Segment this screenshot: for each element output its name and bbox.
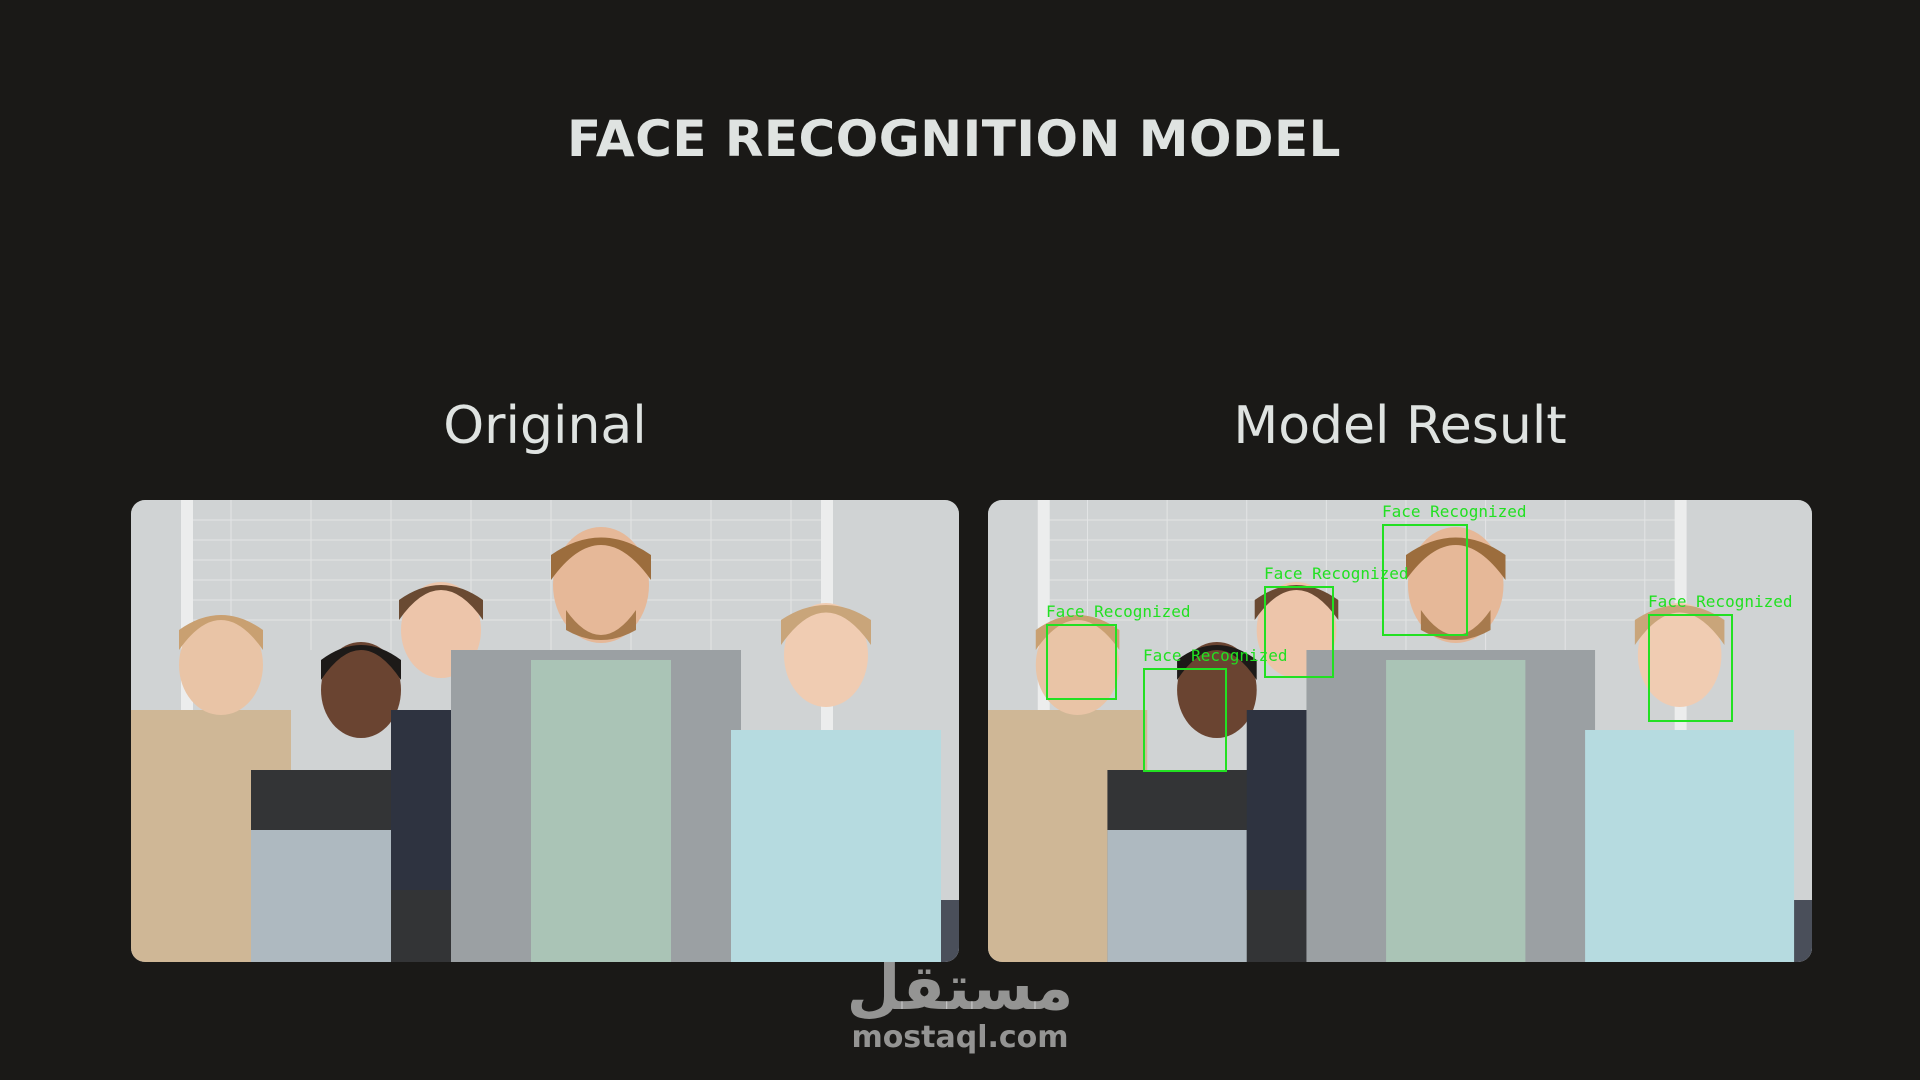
mostaql-logo: مستقل — [846, 951, 1074, 1024]
mostaql-url: mostaql.com — [851, 1020, 1069, 1055]
detection-label-4: Face Recognized — [1382, 502, 1527, 521]
original-photo — [131, 500, 959, 962]
original-label: Original — [443, 396, 647, 456]
page-title: FACE RECOGNITION MODEL — [567, 110, 1341, 168]
original-photo-illustration — [131, 500, 959, 962]
face-detection-box-3 — [1264, 586, 1334, 678]
model-result-label: Model Result — [1233, 396, 1567, 456]
model-result-photo: Face Recognized Face Recognized Face Rec… — [988, 500, 1812, 962]
face-detection-box-2 — [1143, 668, 1227, 772]
mostaql-watermark: مستقل mostaql.com — [830, 955, 1090, 1055]
slide: FACE RECOGNITION MODEL Original Model Re… — [0, 0, 1920, 1080]
detection-label-5: Face Recognized — [1648, 592, 1793, 611]
face-detection-box-1 — [1046, 624, 1117, 700]
detection-label-1: Face Recognized — [1046, 602, 1191, 621]
face-detection-box-4 — [1382, 524, 1468, 636]
face-detection-box-5 — [1648, 614, 1733, 722]
